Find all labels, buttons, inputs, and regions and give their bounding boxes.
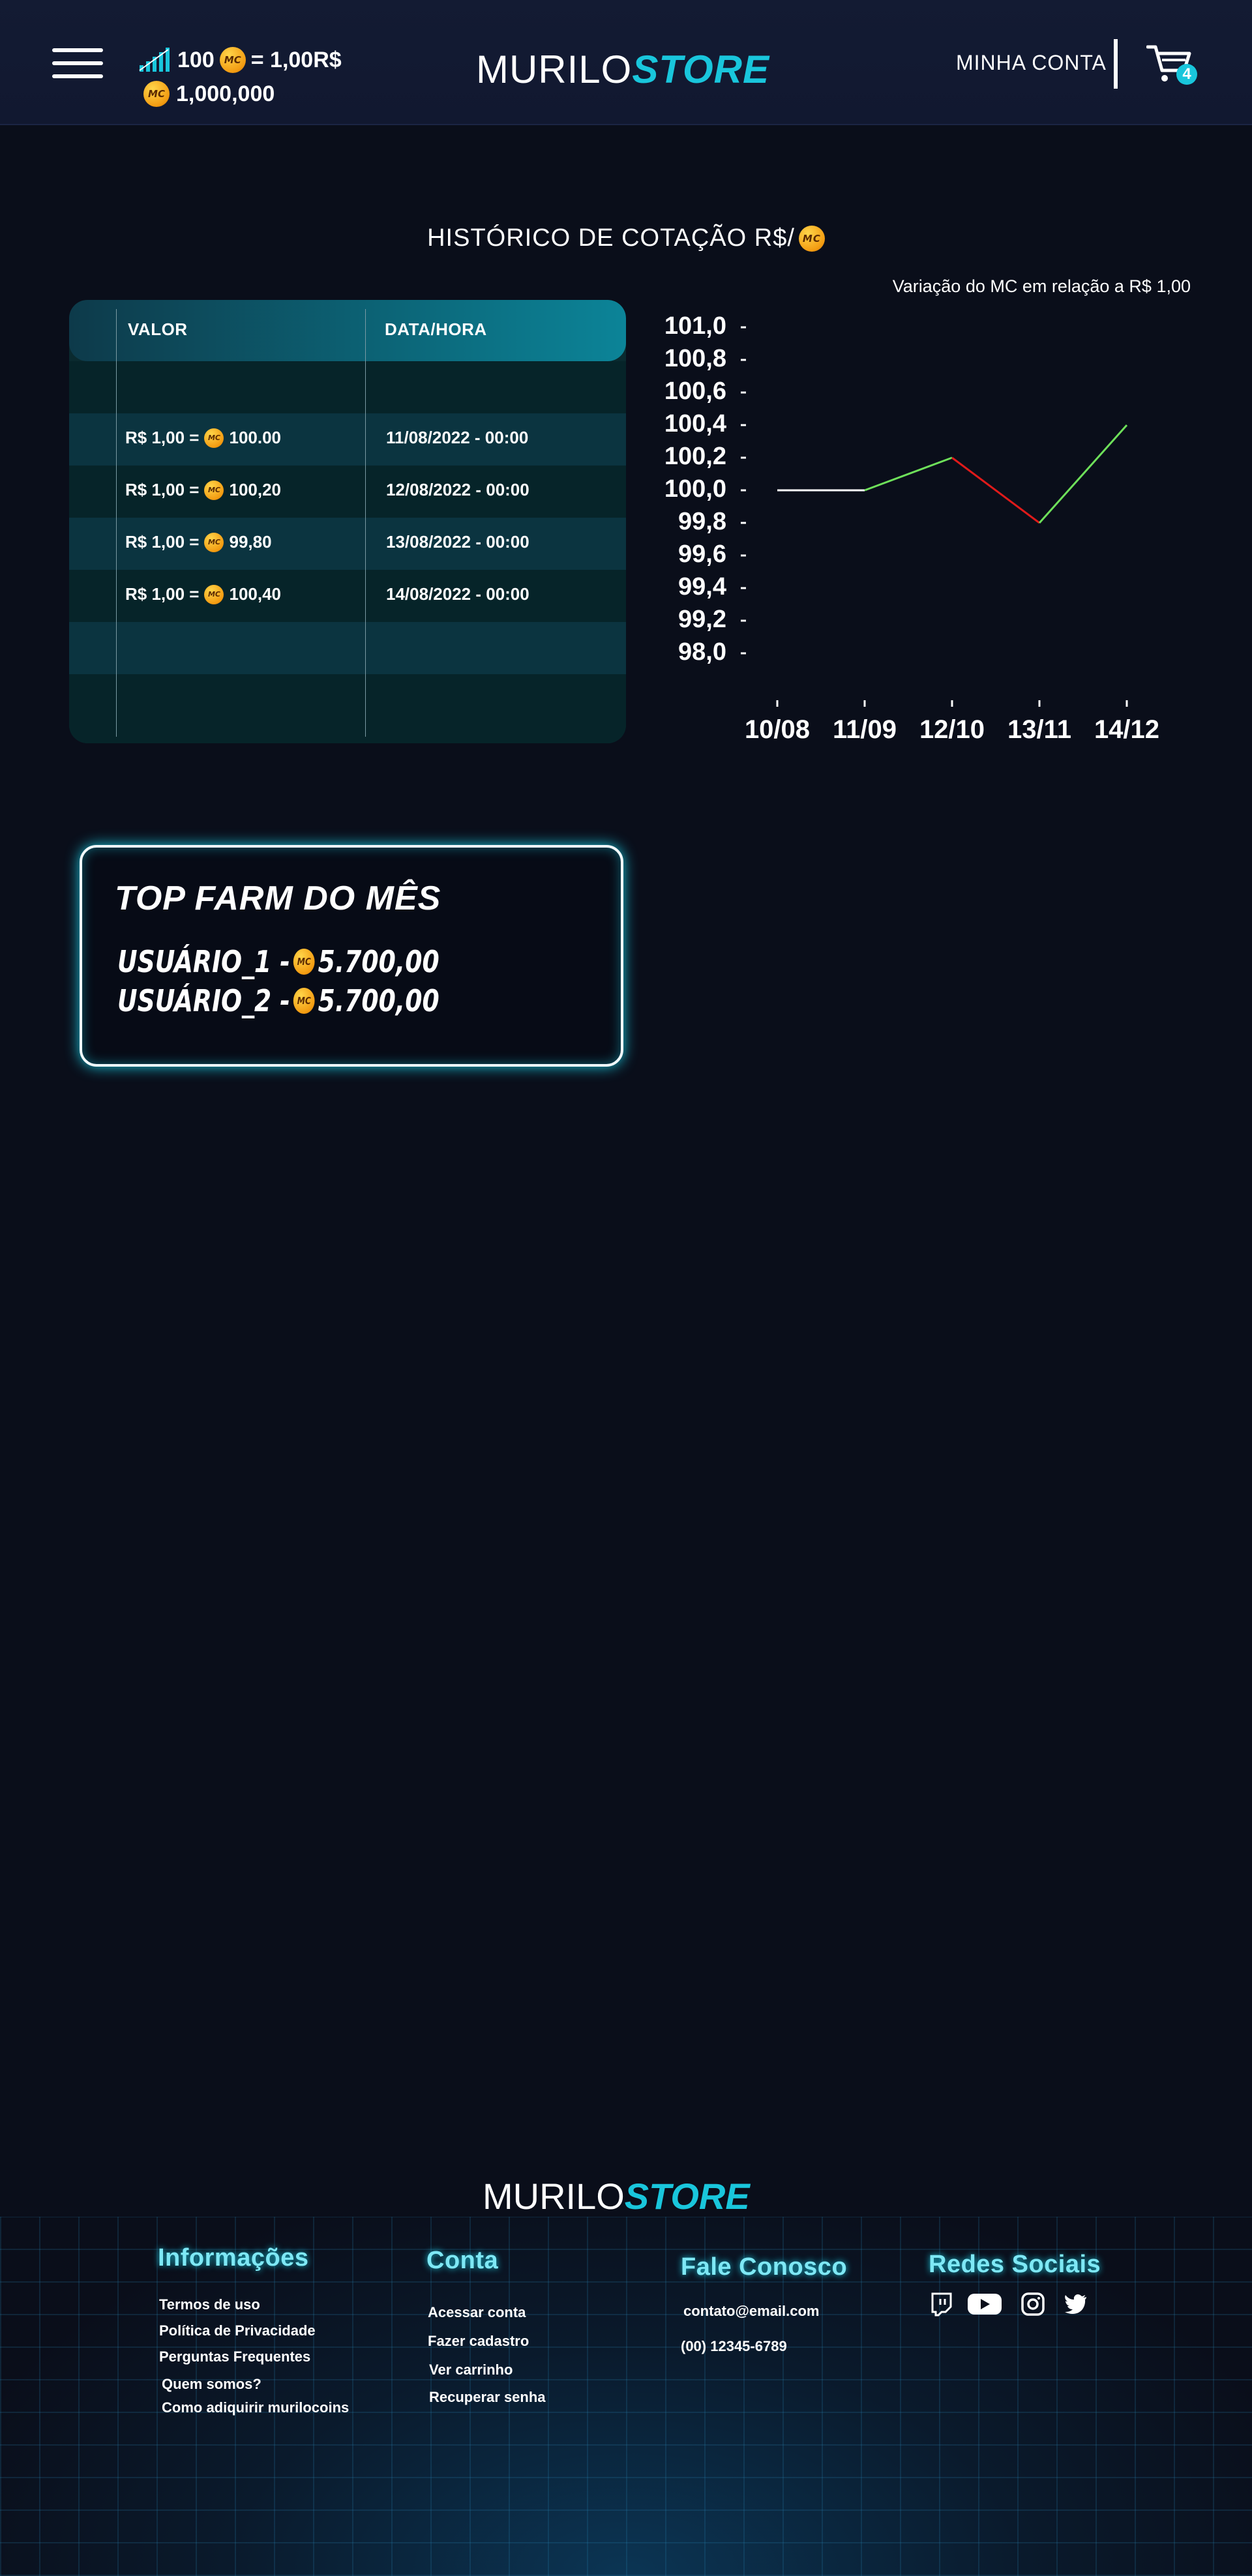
my-account-link[interactable]: MINHA CONTA: [956, 51, 1107, 75]
table-row: R$ 1,00 = MC 100,40 14/08/2022 - 00:00: [69, 570, 626, 622]
top-farm-card: TOP FARM DO MÊS USUÁRIO_1 - MC 5.700,00 …: [80, 845, 623, 1067]
value-cell: R$ 1,00 = MC 100.00: [125, 428, 282, 448]
balance-value: 1,000,000: [176, 81, 275, 106]
y-tick-label: 99,8: [678, 508, 726, 535]
x-tick-label: 10/08: [745, 715, 810, 744]
column-header-valor: VALOR: [128, 319, 188, 339]
y-tick-label: 99,2: [678, 606, 726, 633]
table-row: [69, 622, 626, 674]
datetime-cell: 11/08/2022 - 00:00: [386, 428, 529, 447]
chart-title: Variação do MC em relação a R$ 1,00: [893, 276, 1191, 296]
quote-line-chart: Variação do MC em relação a R$ 1,00 101,0…: [664, 276, 1191, 744]
table-header: VALOR DATA/HORA: [69, 300, 626, 361]
murilocoin-icon: MC: [293, 949, 315, 975]
twitch-icon[interactable]: [929, 2291, 955, 2317]
signal-icon: [139, 48, 170, 72]
footer-link-terms[interactable]: Termos de uso: [159, 2296, 260, 2313]
footer-link-recover-password[interactable]: Recuperar senha: [429, 2389, 546, 2406]
menu-icon[interactable]: [52, 48, 103, 80]
y-tick-label: 100,8: [664, 345, 726, 372]
murilocoin-icon: MC: [293, 988, 315, 1014]
footer-account-title: Conta: [426, 2247, 499, 2274]
top-farm-entry: USUÁRIO_1 - MC 5.700,00: [117, 944, 440, 979]
murilocoin-icon: MC: [143, 81, 170, 107]
data-point: [1126, 424, 1128, 426]
footer-link-privacy[interactable]: Política de Privacidade: [159, 2322, 316, 2339]
twitter-icon[interactable]: [1063, 2291, 1089, 2317]
y-tick-label: 100,2: [664, 443, 726, 470]
y-tick-label: 100,6: [664, 378, 726, 405]
table-row: R$ 1,00 = MC 100.00 11/08/2022 - 00:00: [69, 413, 626, 466]
footer-info-title: Informações: [158, 2244, 309, 2272]
data-point: [777, 490, 779, 492]
y-tick-label: 98,0: [678, 638, 726, 666]
column-divider: [365, 309, 366, 737]
cart-count-badge: 4: [1176, 64, 1197, 85]
footer-logo[interactable]: MURILOSTORE: [483, 2175, 750, 2217]
footer-link-cart[interactable]: Ver carrinho: [429, 2361, 513, 2378]
quote-history-table: VALOR DATA/HORA R$ 1,00 =MC100,0010/08/2…: [69, 300, 626, 743]
rate-equals: = 1,00R$: [250, 47, 342, 72]
table-row: R$ 1,00 = MC 99,80 13/08/2022 - 00:00: [69, 518, 626, 570]
x-tick-label: 14/12: [1094, 715, 1159, 744]
datetime-cell: 12/08/2022 - 00:00: [386, 480, 529, 499]
exchange-rate: 100 MC = 1,00R$: [138, 47, 342, 73]
x-tick-label: 11/09: [833, 715, 897, 744]
table-row: R$ 1,00 = MC 100,20 12/08/2022 - 00:00: [69, 466, 626, 518]
murilocoin-icon: MC: [204, 584, 224, 604]
data-point: [1039, 522, 1041, 524]
datetime-cell: 14/08/2022 - 00:00: [386, 584, 529, 604]
series-line-segment: [1038, 424, 1128, 524]
value-cell: R$ 1,00 = MC 100,20: [125, 480, 282, 500]
x-tick-label: 12/10: [919, 715, 985, 744]
instagram-icon[interactable]: [1020, 2291, 1046, 2317]
footer-contact-title: Fale Conosco: [681, 2253, 848, 2281]
column-divider: [116, 309, 117, 737]
footer-link-login[interactable]: Acessar conta: [428, 2304, 526, 2321]
murilocoin-icon: MC: [219, 47, 246, 73]
footer-link-about[interactable]: Quem somos?: [162, 2376, 261, 2393]
table-row: [69, 674, 626, 743]
site-logo[interactable]: MURILOSTORE: [476, 47, 769, 92]
datetime-cell: 13/08/2022 - 00:00: [386, 532, 529, 552]
contact-email[interactable]: contato@email.com: [683, 2303, 820, 2320]
footer-link-how-to-buy[interactable]: Como adiquirir murilocoins: [162, 2399, 349, 2416]
y-tick-label: 99,6: [678, 540, 726, 568]
series-line-segment: [864, 456, 953, 492]
x-tick-label: 13/11: [1007, 715, 1071, 744]
column-header-datahora: DATA/HORA: [385, 319, 487, 339]
contact-phone: (00) 12345-6789: [681, 2338, 787, 2354]
y-tick-label: 101,0: [664, 312, 726, 340]
series-line-segment: [951, 456, 1040, 524]
top-farm-entry: USUÁRIO_2 - MC 5.700,00: [117, 983, 440, 1018]
youtube-icon[interactable]: [966, 2291, 1003, 2317]
rate-amount: 100: [177, 47, 215, 72]
footer-link-faq[interactable]: Perguntas Frequentes: [159, 2348, 310, 2365]
footer-social-title: Redes Sociais: [929, 2251, 1101, 2278]
value-cell: R$ 1,00 = MC 99,80: [125, 532, 272, 552]
header-divider: [1114, 39, 1118, 89]
murilocoin-icon: MC: [204, 480, 224, 500]
value-cell: R$ 1,00 = MC 100,40: [125, 584, 282, 604]
y-tick-label: 100,0: [664, 475, 726, 503]
data-point: [951, 457, 953, 459]
data-point: [864, 490, 866, 492]
y-tick-label: 99,4: [678, 573, 726, 600]
top-navbar: 100 MC = 1,00R$ MC 1,000,000 MURILOSTORE…: [0, 0, 1252, 125]
murilocoin-icon: MC: [204, 532, 224, 552]
top-farm-title: TOP FARM DO MÊS: [115, 880, 441, 917]
footer-link-register[interactable]: Fazer cadastro: [428, 2333, 529, 2350]
history-title: HISTÓRICO DE COTAÇÃO R$/ MC: [0, 224, 1252, 252]
murilocoin-icon: MC: [204, 428, 224, 448]
y-tick-label: 100,4: [664, 410, 726, 437]
murilocoin-icon: MC: [798, 225, 825, 252]
coin-balance: MC 1,000,000: [143, 81, 275, 107]
